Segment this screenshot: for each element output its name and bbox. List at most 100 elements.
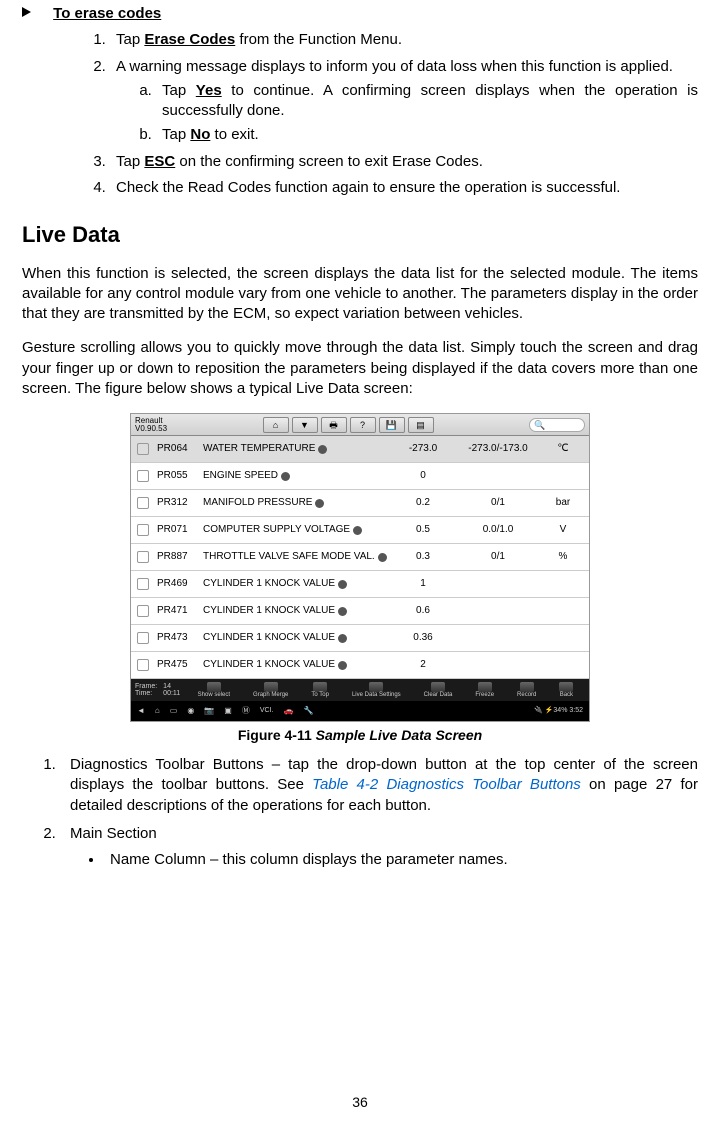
ss-home-button[interactable]: ⌂ bbox=[263, 417, 289, 433]
info-icon[interactable] bbox=[281, 472, 290, 481]
info-icon[interactable] bbox=[318, 445, 327, 454]
param-range: -273.0/-173.0 bbox=[453, 442, 543, 456]
bottom-button-icon bbox=[559, 682, 573, 692]
bullet-name-column: Name Column – this column displays the p… bbox=[104, 850, 698, 870]
bottom-button-label: Freeze bbox=[475, 692, 494, 699]
bottom-button-label: Show select bbox=[198, 692, 230, 699]
data-row[interactable]: PR071COMPUTER SUPPLY VOLTAGE 0.50.0/1.0V bbox=[131, 517, 589, 544]
bottom-button[interactable]: Live Data Settings bbox=[352, 682, 401, 699]
ss-search-input[interactable]: 🔍 bbox=[529, 418, 585, 432]
section-title: To erase codes bbox=[53, 5, 161, 22]
bottom-button-label: Graph Merge bbox=[253, 692, 288, 699]
step-3: Tap ESC on the confirming screen to exit… bbox=[110, 152, 698, 172]
ss-save-button[interactable]: 💾 bbox=[379, 417, 405, 433]
bottom-button[interactable]: Show select bbox=[198, 682, 230, 699]
bottom-button-label: Clear Data bbox=[424, 692, 453, 699]
browser-icon[interactable]: ◉ bbox=[187, 706, 194, 717]
paragraph-2: Gesture scrolling allows you to quickly … bbox=[22, 338, 698, 399]
bottom-button-icon bbox=[264, 682, 278, 692]
bottom-button-icon bbox=[369, 682, 383, 692]
bottom-button[interactable]: Record bbox=[517, 682, 536, 699]
camera-icon[interactable]: 📷 bbox=[204, 706, 214, 717]
param-id: PR469 bbox=[157, 577, 203, 591]
param-unit: V bbox=[543, 523, 583, 537]
bottom-button-icon bbox=[207, 682, 221, 692]
recent-icon[interactable]: ▭ bbox=[170, 706, 178, 717]
bottom-button[interactable]: To Top bbox=[311, 682, 329, 699]
bottom-button[interactable]: Clear Data bbox=[424, 682, 453, 699]
tool-icon: ▼ bbox=[300, 419, 309, 431]
data-row[interactable]: PR475CYLINDER 1 KNOCK VALUE 2 bbox=[131, 652, 589, 679]
param-value: -273.0 bbox=[393, 442, 453, 456]
live-data-screenshot: Renault V0.90.53 ⌂ ▼ 🖶 ? 💾 ▤ 🔍 PR064WATE… bbox=[130, 413, 590, 722]
info-icon[interactable] bbox=[353, 526, 362, 535]
bottom-button[interactable]: Back bbox=[559, 682, 573, 699]
ss-tool-button[interactable]: ▼ bbox=[292, 417, 318, 433]
param-unit: % bbox=[543, 550, 583, 564]
param-unit: ℃ bbox=[543, 442, 583, 456]
tool-icon[interactable]: 🔧 bbox=[303, 706, 313, 717]
param-id: PR471 bbox=[157, 604, 203, 618]
step-2a: Tap Yes to continue. A confirming screen… bbox=[156, 81, 698, 122]
m-icon[interactable]: Ⓜ bbox=[242, 706, 250, 717]
row-checkbox[interactable] bbox=[137, 443, 149, 455]
row-checkbox[interactable] bbox=[137, 524, 149, 536]
row-checkbox[interactable] bbox=[137, 578, 149, 590]
table-link[interactable]: Table 4-2 Diagnostics Toolbar Buttons bbox=[312, 776, 581, 793]
bottom-button-icon bbox=[431, 682, 445, 692]
data-row[interactable]: PR469CYLINDER 1 KNOCK VALUE 1 bbox=[131, 571, 589, 598]
car-icon[interactable]: 🚗 bbox=[283, 706, 293, 717]
figure-caption: Figure 4-11 Sample Live Data Screen bbox=[22, 726, 698, 745]
info-icon[interactable] bbox=[315, 499, 324, 508]
param-id: PR887 bbox=[157, 550, 203, 564]
ss-bottom-bar: Frame: Time: 14 00:11 Show selectGraph M… bbox=[131, 679, 589, 701]
bottom-button[interactable]: Freeze bbox=[475, 682, 494, 699]
param-id: PR064 bbox=[157, 442, 203, 456]
step-2: A warning message displays to inform you… bbox=[110, 57, 698, 146]
row-checkbox[interactable] bbox=[137, 470, 149, 482]
param-name: CYLINDER 1 KNOCK VALUE bbox=[203, 577, 393, 591]
info-icon[interactable] bbox=[338, 580, 347, 589]
post-item-2: Main Section Name Column – this column d… bbox=[60, 824, 698, 871]
data-row[interactable]: PR473CYLINDER 1 KNOCK VALUE 0.36 bbox=[131, 625, 589, 652]
ss-log-button[interactable]: ▤ bbox=[408, 417, 434, 433]
row-checkbox[interactable] bbox=[137, 551, 149, 563]
param-range: 0/1 bbox=[453, 550, 543, 564]
app-icon[interactable]: ▣ bbox=[224, 706, 232, 717]
bottom-button-label: Live Data Settings bbox=[352, 692, 401, 699]
data-row[interactable]: PR055ENGINE SPEED 0 bbox=[131, 463, 589, 490]
data-row[interactable]: PR887THROTTLE VALVE SAFE MODE VAL. 0.30/… bbox=[131, 544, 589, 571]
param-value: 0 bbox=[393, 469, 453, 483]
ss-help-button[interactable]: ? bbox=[350, 417, 376, 433]
battery-status: 🔌 ⚡34% 3:52 bbox=[534, 706, 583, 715]
post-figure-list: Diagnostics Toolbar Buttons – tap the dr… bbox=[22, 755, 698, 870]
step-2-sub: Tap Yes to continue. A confirming screen… bbox=[116, 81, 698, 146]
row-checkbox[interactable] bbox=[137, 605, 149, 617]
back-icon[interactable]: ◄ bbox=[137, 706, 145, 717]
param-name: CYLINDER 1 KNOCK VALUE bbox=[203, 631, 393, 645]
info-icon[interactable] bbox=[338, 661, 347, 670]
log-icon: ▤ bbox=[416, 419, 425, 431]
bottom-button[interactable]: Graph Merge bbox=[253, 682, 288, 699]
bullet-triangle-icon bbox=[22, 7, 31, 17]
ss-nav-bar: ◄ ⌂ ▭ ◉ 📷 ▣ Ⓜ VCI. 🚗 🔧 🔌 ⚡34% 3:52 bbox=[131, 701, 589, 721]
bottom-button-icon bbox=[520, 682, 534, 692]
paragraph-1: When this function is selected, the scre… bbox=[22, 264, 698, 325]
row-checkbox[interactable] bbox=[137, 497, 149, 509]
bottom-button-label: To Top bbox=[311, 692, 329, 699]
bottom-button-icon bbox=[313, 682, 327, 692]
data-row[interactable]: PR064WATER TEMPERATURE -273.0-273.0/-173… bbox=[131, 436, 589, 463]
param-value: 0.6 bbox=[393, 604, 453, 618]
info-icon[interactable] bbox=[378, 553, 387, 562]
step-4: Check the Read Codes function again to e… bbox=[110, 178, 698, 198]
row-checkbox[interactable] bbox=[137, 659, 149, 671]
info-icon[interactable] bbox=[338, 634, 347, 643]
param-value: 0.36 bbox=[393, 631, 453, 645]
ss-print-button[interactable]: 🖶 bbox=[321, 417, 347, 433]
info-icon[interactable] bbox=[338, 607, 347, 616]
param-value: 0.3 bbox=[393, 550, 453, 564]
home-icon[interactable]: ⌂ bbox=[155, 706, 160, 717]
data-row[interactable]: PR312MANIFOLD PRESSURE 0.20/1bar bbox=[131, 490, 589, 517]
row-checkbox[interactable] bbox=[137, 632, 149, 644]
data-row[interactable]: PR471CYLINDER 1 KNOCK VALUE 0.6 bbox=[131, 598, 589, 625]
